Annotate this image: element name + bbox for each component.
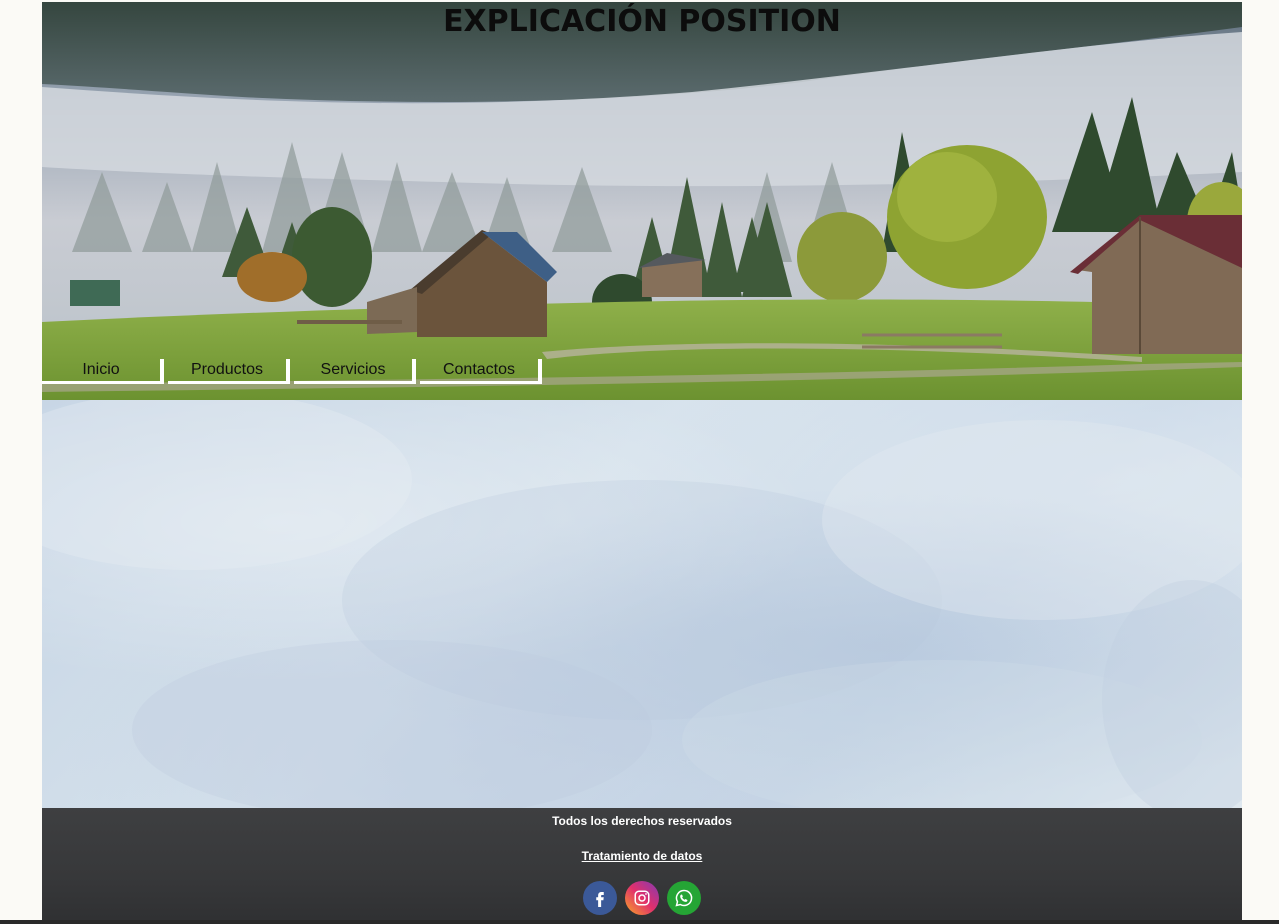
header: EXPLICACIÓN POSITION Inicio Productos Se… bbox=[42, 2, 1242, 400]
landscape-photo-icon bbox=[42, 2, 1242, 400]
social-links bbox=[42, 881, 1242, 915]
nav-item-productos[interactable]: Productos bbox=[168, 359, 290, 384]
main-nav: Inicio Productos Servicios Contactos bbox=[42, 359, 542, 384]
facebook-icon bbox=[596, 892, 604, 907]
footer: Todos los derechos reservados Tratamient… bbox=[42, 808, 1242, 924]
whatsapp-icon bbox=[675, 889, 693, 907]
main-content bbox=[42, 400, 1242, 808]
privacy-link[interactable]: Tratamiento de datos bbox=[42, 849, 1242, 863]
facebook-button[interactable] bbox=[583, 881, 617, 915]
texture-background bbox=[42, 400, 1242, 808]
instagram-button[interactable] bbox=[625, 881, 659, 915]
nav-item-inicio[interactable]: Inicio bbox=[42, 359, 164, 384]
page-title: EXPLICACIÓN POSITION bbox=[443, 4, 841, 39]
nav-item-contactos[interactable]: Contactos bbox=[420, 359, 542, 384]
page: EXPLICACIÓN POSITION Inicio Productos Se… bbox=[42, 2, 1242, 924]
instagram-icon bbox=[634, 890, 650, 906]
copyright-text: Todos los derechos reservados bbox=[552, 814, 732, 828]
bottom-strip bbox=[0, 920, 1279, 924]
whatsapp-button[interactable] bbox=[667, 881, 701, 915]
nav-item-servicios[interactable]: Servicios bbox=[294, 359, 416, 384]
